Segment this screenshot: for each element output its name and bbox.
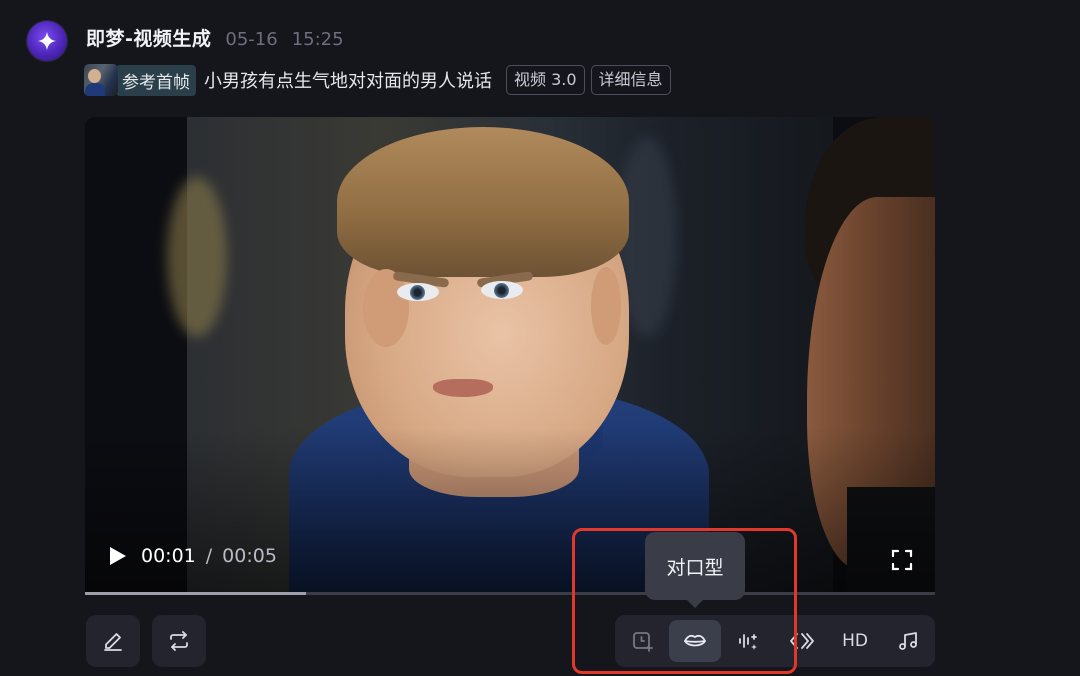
reference-frame-tag[interactable]: 参考首帧 [116,64,196,96]
play-icon[interactable] [109,546,127,566]
repeat-icon [170,631,188,651]
app-name: 即梦-视频生成 [86,28,212,50]
video-player[interactable]: 00:01 / 00:05 [85,117,935,595]
regenerate-button[interactable] [152,615,206,667]
message-time: 15:25 [291,29,344,50]
edit-button[interactable] [86,615,140,667]
prompt-row: 参考首帧 小男孩有点生气地对对面的男人说话 视频 3.0 详细信息 [84,64,671,96]
reference-frame-thumbnail[interactable] [84,64,118,96]
annotation-highlight [572,528,797,674]
music-button[interactable] [882,615,935,667]
model-version-chip[interactable]: 视频 3.0 [506,65,585,95]
time-separator: / [205,545,213,567]
app-avatar[interactable] [27,21,67,61]
pencil-icon [104,633,122,651]
progress-bar[interactable] [85,592,935,595]
progress-fill [85,592,306,595]
hd-upscale-button[interactable]: HD [828,615,881,667]
prompt-text: 小男孩有点生气地对对面的男人说话 [204,71,492,92]
sparkle-star-icon [37,31,57,51]
music-note-icon [899,632,918,650]
message-header: 即梦-视频生成 05-16 15:25 [86,24,344,52]
current-time: 00:01 [141,545,196,567]
message-date: 05-16 [225,29,278,50]
total-time: 00:05 [222,545,277,567]
player-controls: 00:01 / 00:05 [109,545,277,567]
details-chip[interactable]: 详细信息 [590,65,671,95]
fullscreen-icon[interactable] [891,549,913,571]
